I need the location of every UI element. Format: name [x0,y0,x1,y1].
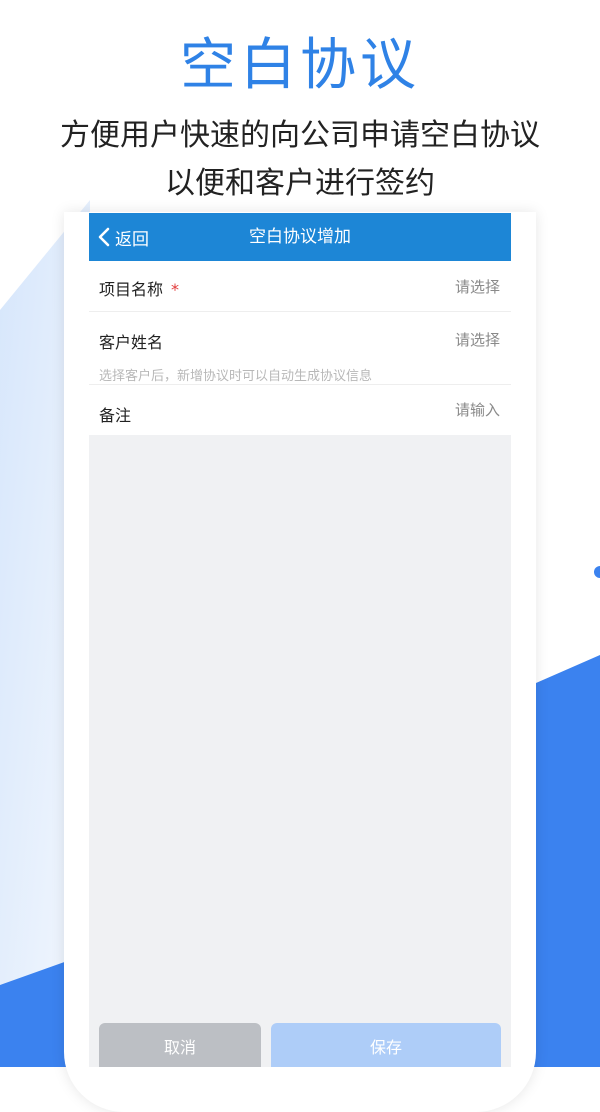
remark-row[interactable]: 备注 请输入 [89,385,511,435]
required-mark: * [171,280,180,299]
chevron-left-icon [98,227,110,247]
promo-subtitle-line2: 以便和客户进行签约 [165,166,435,201]
customer-name-select[interactable]: 请选择 [455,329,500,350]
blank-agreement-form: 项目名称 * 请选择 客户姓名 请选择 选择客户后，新增协议时可以自动生成协议信息… [89,261,511,435]
customer-name-label: 客户姓名 [99,333,164,352]
project-name-label: 项目名称 * [99,280,180,299]
back-label: 返回 [115,229,149,250]
app-screen: 空白协议增加 返回 项目名称 * 请选择 客户姓名 请选择 选择客户后，新增协议时… [89,213,511,1067]
customer-hint: 选择客户后，新增协议时可以自动生成协议信息 [99,369,373,384]
promo-subtitle-line1: 方便用户快速的向公司申请空白协议 [60,118,540,153]
navbar: 空白协议增加 返回 [89,213,511,261]
project-name-row[interactable]: 项目名称 * 请选择 [89,261,511,312]
page-title: 空白协议增加 [249,227,351,247]
remark-input[interactable]: 请输入 [455,399,500,420]
cancel-button[interactable]: 取消 [99,1023,261,1067]
back-button[interactable]: 返回 [97,213,149,261]
decorative-dot [594,566,600,578]
customer-name-row[interactable]: 客户姓名 请选择 选择客户后，新增协议时可以自动生成协议信息 [89,312,511,385]
project-name-select[interactable]: 请选择 [455,276,500,297]
save-button[interactable]: 保存 [271,1023,501,1067]
promo-title: 空白协议 [180,33,420,98]
remark-label: 备注 [99,406,132,425]
